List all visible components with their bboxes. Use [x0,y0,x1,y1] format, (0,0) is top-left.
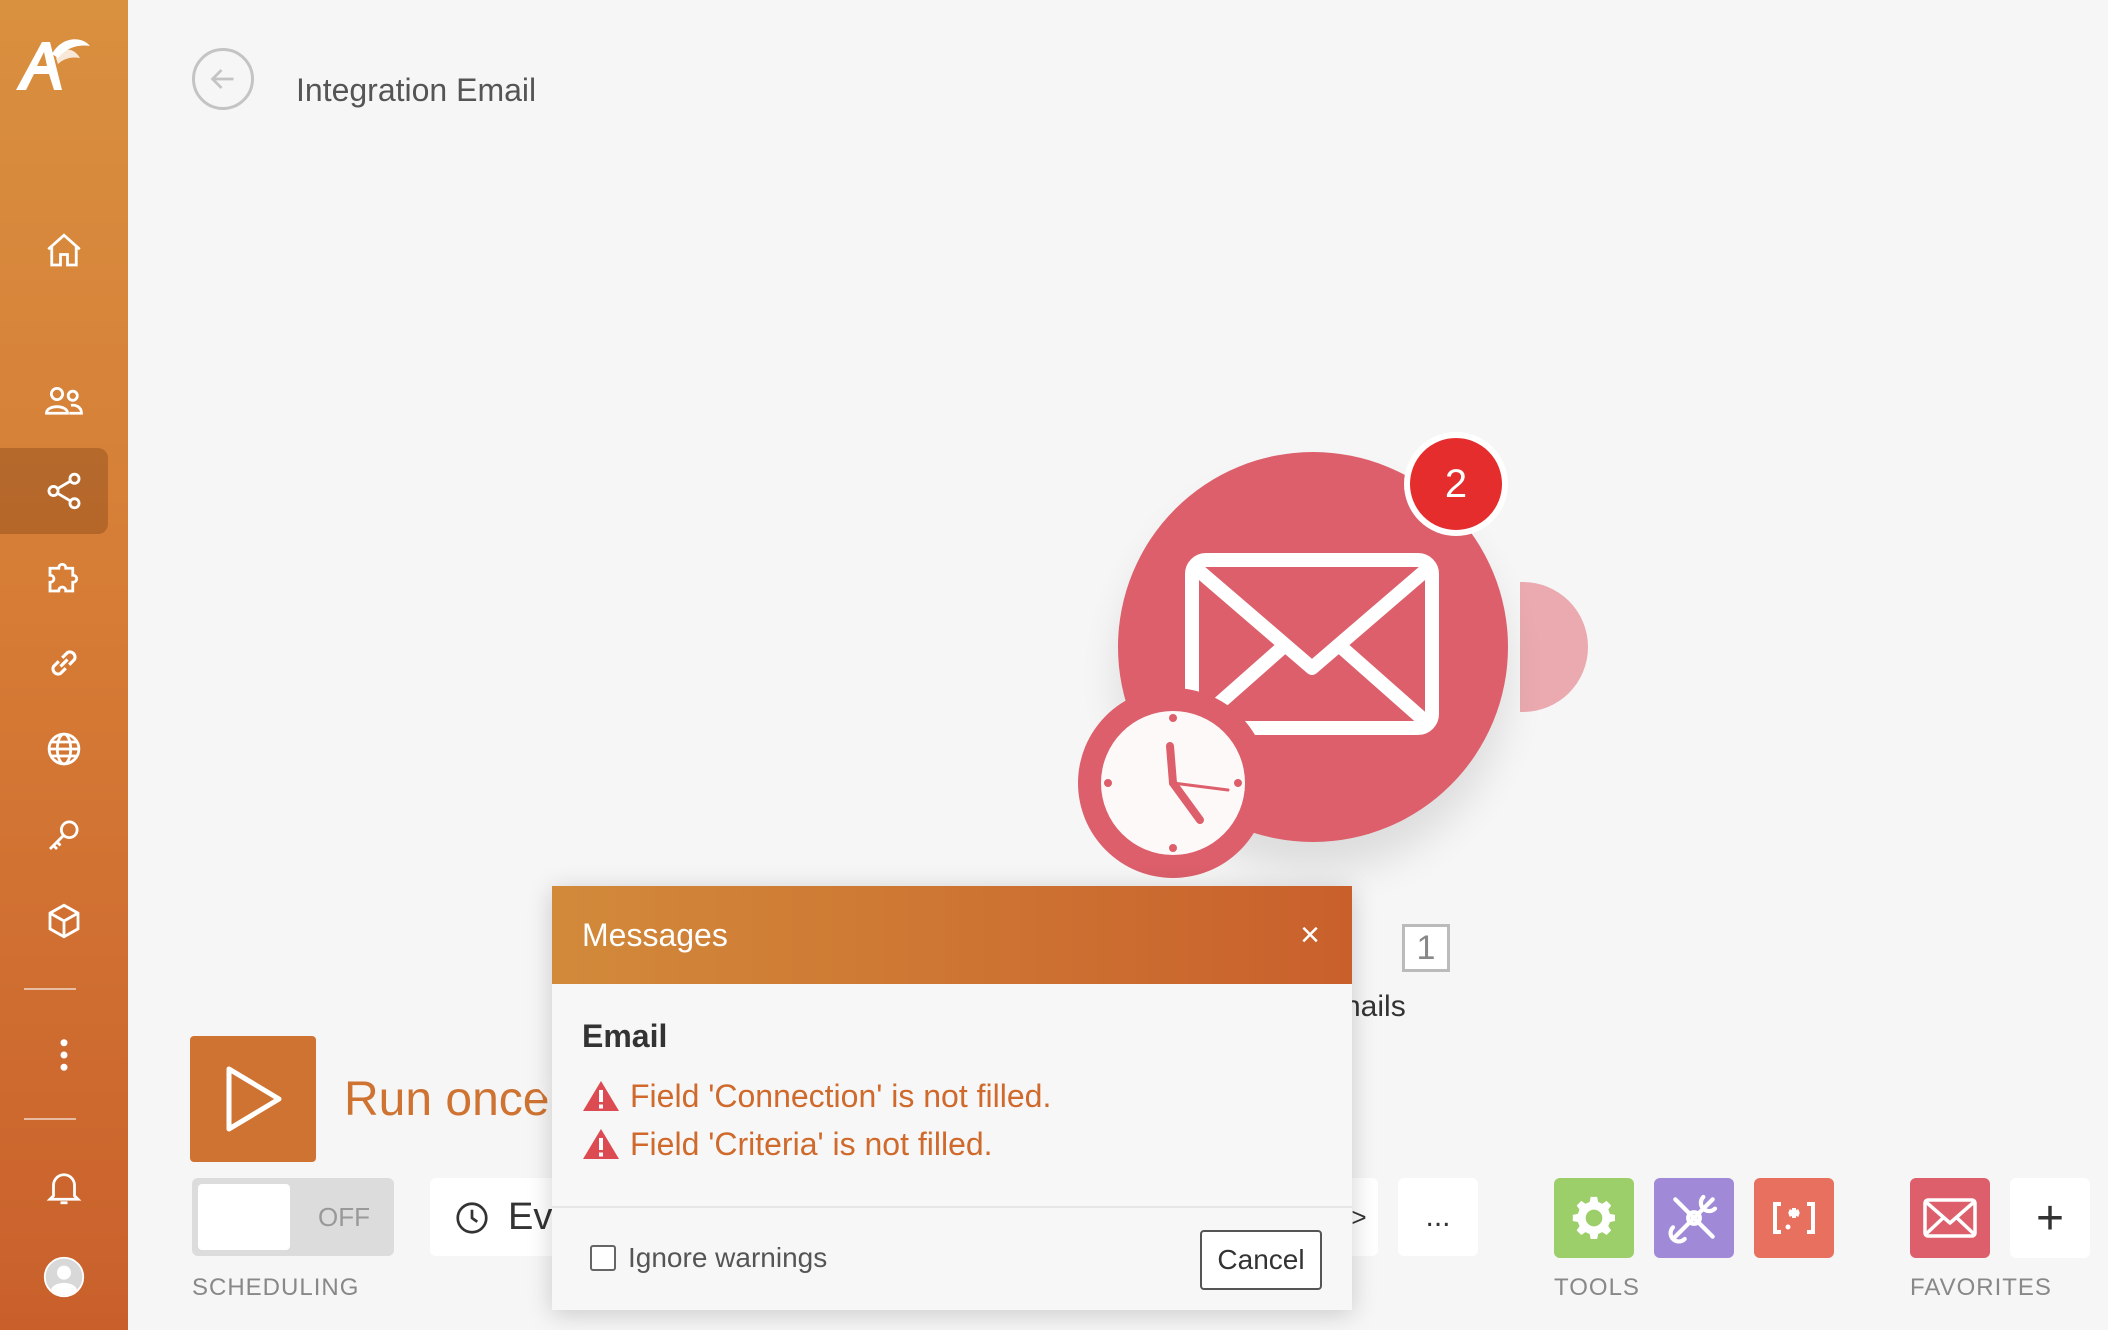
more-vertical-icon [60,1039,68,1071]
warning-message: Field 'Criteria' is not filled. [582,1125,1322,1163]
dialog-title: Messages [582,916,728,953]
tools-text-parser-button[interactable] [1754,1178,1834,1258]
dialog-footer: Ignore warnings Cancel [552,1206,1352,1310]
tools-flow-control-button[interactable] [1654,1178,1734,1258]
share-icon [47,472,81,510]
sidebar-item-home[interactable] [0,216,128,286]
back-button[interactable] [192,48,254,110]
sidebar-item-connections[interactable] [0,628,128,698]
tools-gear-button[interactable] [1554,1178,1634,1258]
warning-message: Field 'Connection' is not filled. [582,1077,1322,1115]
module-id: 1 [1402,924,1450,972]
avatar-icon [43,1256,85,1298]
cancel-button[interactable]: Cancel [1200,1230,1322,1290]
sidebar-item-webhooks[interactable] [0,714,128,784]
home-icon [47,233,81,267]
clock-icon [1101,711,1245,855]
warning-icon [583,1081,619,1111]
toggle-knob [198,1184,290,1250]
ignore-warnings-option[interactable]: Ignore warnings [590,1242,827,1274]
scheduling-toggle[interactable]: OFF [192,1178,394,1256]
sidebar-item-scenarios[interactable] [0,456,128,526]
module-subtitle: nails [1344,990,1406,1023]
favorites-label: FAVORITES [1910,1274,2052,1301]
message-group-title: Email [582,1018,668,1054]
gear-icon [1572,1196,1615,1239]
sidebar-divider [24,988,76,990]
ignore-warnings-checkbox[interactable] [590,1245,616,1271]
sidebar-item-more[interactable] [0,1020,128,1090]
warning-text: Field 'Criteria' is not filled. [630,1125,993,1162]
module-connector-handle[interactable] [1520,582,1588,712]
arrow-left-icon [210,69,234,89]
link-icon [51,650,77,676]
box-icon [48,903,80,939]
sidebar-item-keys[interactable] [0,800,128,870]
add-favorite-button[interactable]: + [2010,1178,2090,1258]
brand-logo[interactable] [12,28,92,98]
puzzle-icon [48,562,79,593]
run-once-button[interactable] [190,1036,316,1162]
clock-icon [456,1202,488,1234]
key-icon [49,820,79,850]
tools-label: TOOLS [1554,1274,1640,1301]
sidebar-item-apps[interactable] [0,542,128,612]
more-options-button[interactable]: ... [1398,1178,1478,1256]
warning-text: Field 'Connection' is not filled. [630,1077,1052,1114]
schedule-settings-button[interactable]: Ev [430,1178,560,1256]
ignore-warnings-label: Ignore warnings [628,1242,828,1273]
team-icon [45,387,83,415]
bell-icon [46,1173,82,1205]
scheduling-label: SCHEDULING [192,1274,360,1301]
sidebar-item-notifications[interactable] [0,1152,128,1222]
sidebar-item-team[interactable] [0,366,128,436]
envelope-icon [1923,1198,1977,1238]
schedule-label: Ev [508,1196,553,1238]
play-icon [226,1066,282,1132]
sidebar [0,0,128,1330]
regex-brackets-icon [1773,1202,1815,1234]
warning-icon [583,1129,619,1159]
dialog-header: Messages × [552,886,1352,984]
page-title: Integration Email [296,72,537,108]
sidebar-item-data-structures[interactable] [0,886,128,956]
globe-icon [47,732,81,766]
dialog-body: Email Field 'Connection' is not filled. … [552,984,1352,1163]
sidebar-divider [24,1118,76,1120]
run-once-label[interactable]: Run once [344,1072,549,1127]
error-count-badge[interactable]: 2 [1404,432,1508,536]
close-icon[interactable]: × [1300,916,1320,955]
favorite-email-button[interactable] [1910,1178,1990,1258]
schedule-clock-badge[interactable] [1078,688,1268,878]
messages-dialog: Messages × Email Field 'Connection' is n… [552,886,1352,1310]
wrench-screwdriver-icon [1668,1194,1718,1244]
sidebar-item-profile[interactable] [0,1242,128,1312]
toggle-state: OFF [318,1202,370,1232]
